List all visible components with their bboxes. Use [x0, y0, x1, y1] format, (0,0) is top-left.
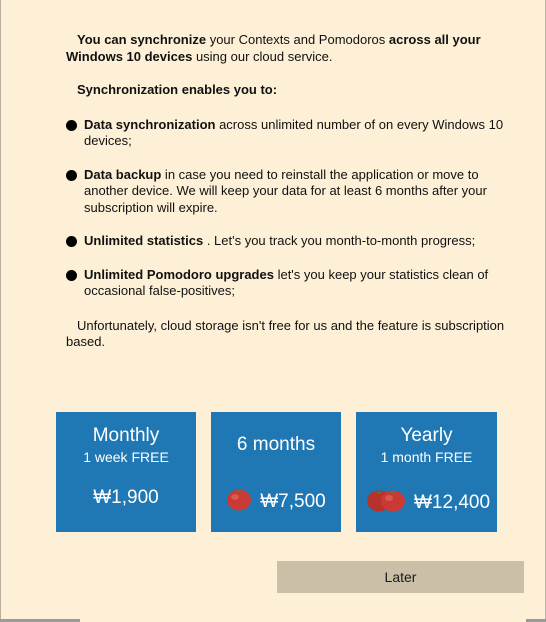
plan-name: 6 months	[236, 434, 316, 455]
bullet-item: Unlimited statistics . Let's you track y…	[66, 233, 506, 250]
plan-price: ₩7,500	[211, 487, 341, 517]
enables-heading: Synchronization enables you to:	[77, 82, 278, 97]
bullet-item: Unlimited Pomodoro upgrades let's you ke…	[66, 267, 506, 300]
bullet-item: Data synchronization across unlimited nu…	[66, 117, 506, 150]
sync-description: You can synchronize your Contexts and Po…	[66, 32, 506, 351]
plan-subtitle: 1 week FREE	[83, 449, 169, 465]
subscription-plans: Monthly 1 week FREE ₩1,900 6 months ₩7,5…	[56, 412, 497, 532]
plan-price-text: ₩1,900	[93, 487, 159, 508]
plan-name: Yearly	[400, 425, 453, 446]
intro-paragraph: You can synchronize your Contexts and Po…	[66, 32, 506, 65]
intro-text-2: using our cloud service.	[192, 48, 333, 64]
intro-bold-1: You can synchronize	[77, 32, 207, 47]
bullet-desc: . Let's you track you month-to-month pro…	[203, 233, 476, 248]
plan-monthly-button[interactable]: Monthly 1 week FREE ₩1,900	[56, 412, 196, 532]
bullet-title: Unlimited Pomodoro upgrades	[84, 266, 274, 282]
later-button[interactable]: Later	[277, 561, 524, 593]
bullet-item: Data backup in case you need to reinstal…	[66, 167, 506, 217]
window-border-left	[0, 0, 1, 622]
plan-name: Monthly	[92, 425, 160, 446]
bullet-title: Data backup	[84, 166, 162, 182]
plan-yearly-button[interactable]: Yearly 1 month FREE ₩12,400	[356, 412, 497, 532]
outro-paragraph: Unfortunately, cloud storage isn't free …	[66, 317, 505, 350]
bullet-dot-icon	[66, 119, 77, 131]
intro-text-1: your Contexts and Pomodoros	[206, 32, 389, 47]
tomato-icon	[226, 487, 252, 517]
plan-price: ₩12,400	[356, 487, 497, 519]
bullet-dot-icon	[66, 236, 77, 247]
plan-6-months-button[interactable]: 6 months ₩7,500	[211, 412, 341, 532]
plan-subtitle: 1 month FREE	[380, 449, 473, 465]
plan-price: ₩1,900	[56, 487, 196, 509]
bullet-title: Data synchronization	[84, 116, 216, 132]
tomato-pair-icon	[366, 487, 406, 519]
bullet-dot-icon	[66, 269, 77, 281]
bullet-title: Unlimited statistics	[84, 233, 204, 248]
bullet-dot-icon	[66, 169, 77, 181]
plan-price-text: ₩7,500	[260, 491, 326, 513]
plan-price-text: ₩12,400	[414, 492, 491, 514]
